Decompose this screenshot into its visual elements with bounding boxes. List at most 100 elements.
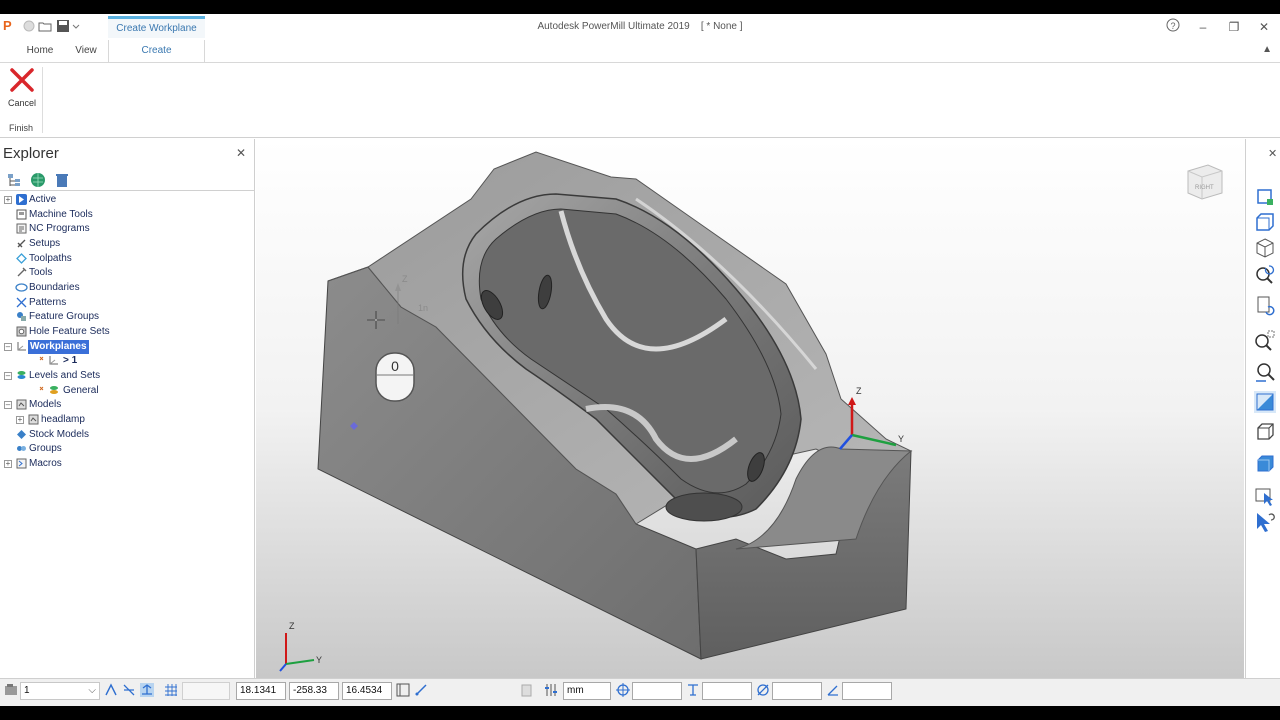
angle-icon[interactable]: [826, 683, 840, 697]
pointer-undo-icon[interactable]: [1254, 511, 1276, 533]
globe-icon[interactable]: [30, 172, 46, 188]
window-title: Autodesk PowerMill Ultimate 2019 [ * Non…: [0, 21, 1280, 32]
collapse-icon[interactable]: –: [4, 343, 12, 351]
view-cube[interactable]: RIGHT: [1182, 159, 1226, 203]
explorer-close-icon[interactable]: ✕: [236, 146, 246, 160]
tree-node-setups[interactable]: Setups: [4, 237, 244, 251]
tree-node-tools[interactable]: Tools: [4, 266, 244, 280]
units-field[interactable]: mm: [563, 682, 611, 700]
tree-node-machine-tools[interactable]: Machine Tools: [4, 208, 244, 222]
workplane-icon: [17, 342, 26, 351]
ribbon-collapse-icon[interactable]: ▲: [1262, 44, 1272, 55]
active-icon: [16, 194, 27, 205]
close-window-icon[interactable]: ✕: [1255, 18, 1273, 36]
tree-node-levels-and-sets[interactable]: – Levels and Sets: [4, 369, 244, 383]
view-toolbar: ✕: [1245, 139, 1280, 678]
grid-size-field[interactable]: [182, 682, 230, 700]
tab-home[interactable]: Home: [20, 40, 60, 62]
zoom-icon[interactable]: [1254, 361, 1276, 383]
tree-node-workplane-1[interactable]: > 1: [38, 354, 238, 368]
coord-z-field[interactable]: 16.4534: [342, 682, 392, 700]
tree-view-icon[interactable]: [6, 172, 22, 188]
refresh-page-icon[interactable]: [1254, 295, 1276, 317]
crosshair-target-icon[interactable]: [616, 683, 630, 697]
tree-node-nc-programs[interactable]: NC Programs: [4, 222, 244, 236]
coord-x-field[interactable]: 18.1341: [236, 682, 286, 700]
workplane-select[interactable]: 1 ⌵: [20, 682, 100, 700]
tree-label: NC Programs: [29, 223, 90, 234]
select-cursor-icon[interactable]: [1254, 485, 1276, 507]
tree-node-stock-models[interactable]: Stock Models: [4, 428, 244, 442]
tolerance-icon[interactable]: [520, 683, 534, 697]
group-icon: [17, 446, 26, 451]
cancel-button[interactable]: Cancel: [4, 67, 40, 113]
view-cube-face-label: RIGHT: [1195, 185, 1214, 191]
grid-icon[interactable]: [164, 683, 178, 697]
tree-node-active[interactable]: + Active: [4, 193, 244, 207]
expand-icon[interactable]: +: [16, 416, 24, 424]
snap-toggle-icon[interactable]: [104, 683, 118, 697]
tree-node-groups[interactable]: Groups: [4, 442, 244, 456]
delete-icon[interactable]: [54, 172, 70, 188]
expand-icon[interactable]: +: [4, 196, 12, 204]
tree-node-boundaries[interactable]: Boundaries: [4, 281, 244, 295]
tab-create[interactable]: Create: [108, 40, 205, 62]
status-bar: 1 ⌵ 18.1341 -258.33 16.4534 mm: [0, 678, 1280, 706]
nc-program-icon: [16, 223, 27, 234]
tree-node-macros[interactable]: + Macros: [4, 457, 244, 471]
collapse-icon[interactable]: –: [4, 372, 12, 380]
snap-workplane-icon[interactable]: [140, 683, 154, 697]
tree-label: headlamp: [41, 414, 85, 425]
stock-model-icon: [17, 430, 26, 439]
view-front-icon[interactable]: [1254, 211, 1276, 233]
boundary-icon: [15, 283, 28, 292]
coordinate-mode-icon[interactable]: [396, 683, 410, 697]
tree-node-toolpaths[interactable]: Toolpaths: [4, 252, 244, 266]
tool-axis-icon[interactable]: [686, 683, 700, 697]
coord-y-field[interactable]: -258.33: [289, 682, 339, 700]
tree-label: Stock Models: [29, 429, 90, 440]
angle-field[interactable]: [842, 682, 892, 700]
tab-view[interactable]: View: [66, 40, 106, 62]
depth-field[interactable]: [702, 682, 752, 700]
help-icon[interactable]: ?: [1164, 18, 1182, 36]
wireframe-view-icon[interactable]: [1254, 421, 1276, 443]
toolpath-icon: [16, 253, 27, 264]
zoom-refresh-icon[interactable]: [1254, 263, 1276, 285]
restore-icon[interactable]: ❐: [1225, 18, 1243, 36]
thickness-field[interactable]: [632, 682, 682, 700]
snap-grid-icon[interactable]: [122, 683, 136, 697]
tree-node-models[interactable]: – Models: [4, 398, 244, 412]
view-cube-icon[interactable]: [1254, 237, 1276, 259]
shaded-view-icon[interactable]: [1254, 391, 1276, 413]
graphics-viewport[interactable]: Z 1n Z Y 0 Z Y RIGHT: [256, 139, 1244, 678]
pattern-icon: [16, 297, 27, 308]
tree-label: Levels and Sets: [29, 370, 101, 381]
solid-view-icon[interactable]: [1254, 453, 1276, 475]
view-toolbar-close-icon[interactable]: ✕: [1268, 147, 1277, 160]
tree-node-patterns[interactable]: Patterns: [4, 296, 244, 310]
tree-node-model-headlamp[interactable]: + headlamp: [16, 413, 236, 427]
diameter-field[interactable]: [772, 682, 822, 700]
tree-node-workplanes[interactable]: – Workplanes: [4, 340, 244, 354]
mouse-hint-label: 0: [391, 358, 399, 374]
model-icon: [16, 399, 27, 410]
tree-node-level-general[interactable]: General: [38, 384, 238, 398]
tree-node-hole-feature-sets[interactable]: Hole Feature Sets: [4, 325, 244, 339]
triad-y-label: Y: [898, 434, 904, 444]
headlamp-model-render: Z 1n Z Y 0 Z Y: [279, 151, 913, 672]
minimize-icon[interactable]: –: [1194, 18, 1212, 36]
global-z-label: Z: [289, 621, 295, 631]
diameter-icon[interactable]: [756, 683, 770, 697]
units-settings-icon[interactable]: [544, 683, 558, 697]
ribbon-tabs: Home View Create ▲: [0, 40, 1280, 62]
zoom-box-icon[interactable]: [1254, 329, 1276, 351]
global-axes-indicator: Z Y: [279, 621, 322, 672]
cancel-x-icon: [10, 68, 34, 92]
collapse-icon[interactable]: –: [4, 401, 12, 409]
view-iso-icon[interactable]: [1254, 185, 1276, 207]
tree-node-feature-groups[interactable]: Feature Groups: [4, 310, 244, 324]
svg-text:?: ?: [1170, 21, 1175, 31]
measure-icon[interactable]: [414, 683, 428, 697]
expand-icon[interactable]: +: [4, 460, 12, 468]
